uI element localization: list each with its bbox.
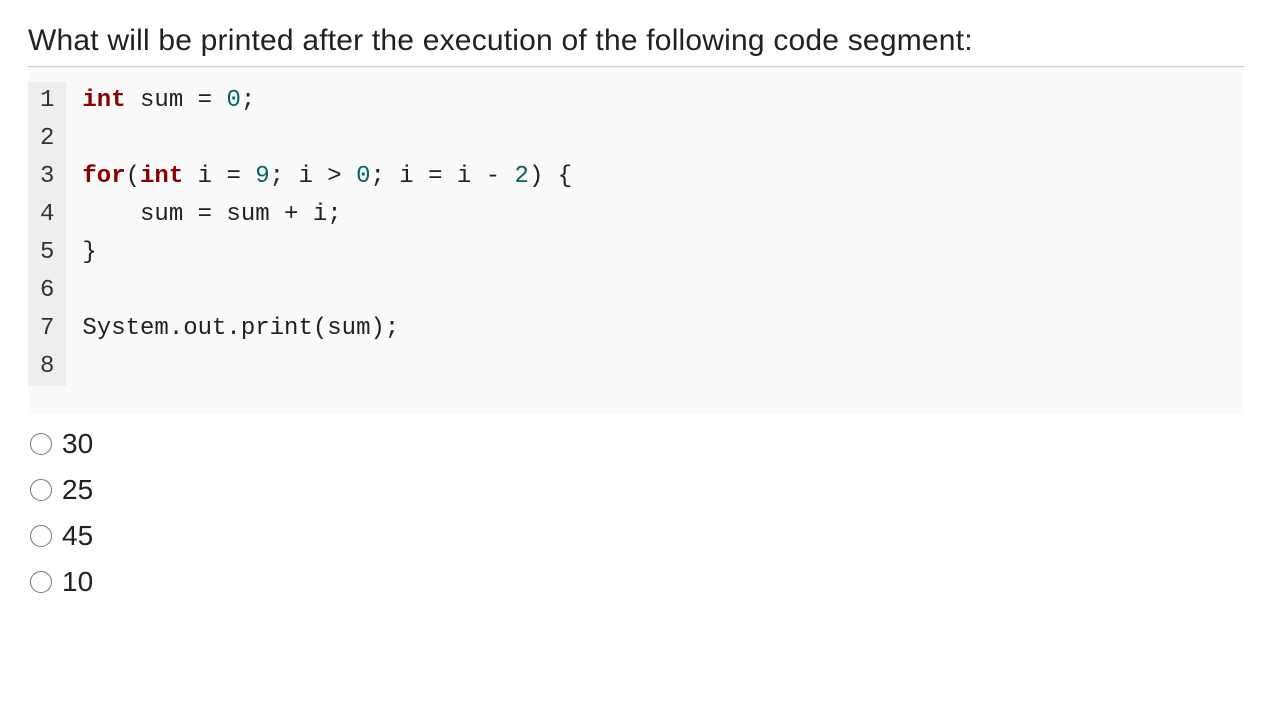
radio-option-45[interactable] <box>30 525 52 547</box>
number-literal: 0 <box>356 163 370 190</box>
option-label: 30 <box>62 428 93 460</box>
radio-option-30[interactable] <box>30 433 52 455</box>
option-row[interactable]: 25 <box>30 474 1244 506</box>
option-row[interactable]: 30 <box>30 428 1244 460</box>
code-line-5: } <box>82 234 1228 272</box>
option-row[interactable]: 45 <box>30 520 1244 552</box>
radio-option-10[interactable] <box>30 571 52 593</box>
question-container: What will be printed after the execution… <box>28 24 1244 598</box>
number-literal: 2 <box>515 163 529 190</box>
code-text: System.out. <box>82 315 240 342</box>
number-literal: 0 <box>226 87 240 114</box>
number-literal: 9 <box>255 163 269 190</box>
code-text: sum = <box>126 87 227 114</box>
option-label: 45 <box>62 520 93 552</box>
function-name: print <box>241 315 313 342</box>
line-number: 2 <box>40 120 54 158</box>
line-number: 7 <box>40 310 54 348</box>
code-line-8 <box>82 348 1228 386</box>
line-number: 1 <box>40 82 54 120</box>
code-text: ) { <box>529 163 572 190</box>
code-text: (sum); <box>313 315 399 342</box>
option-row[interactable]: 10 <box>30 566 1244 598</box>
code-line-2 <box>82 120 1228 158</box>
code-line-1: int sum = 0; <box>82 82 1228 120</box>
code-line-3: for(int i = 9; i > 0; i = i - 2) { <box>82 158 1228 196</box>
answer-options: 30 25 45 10 <box>28 428 1244 598</box>
code-line-7: System.out.print(sum); <box>82 310 1228 348</box>
option-label: 25 <box>62 474 93 506</box>
code-block: 1 2 3 4 5 6 7 8 int sum = 0; for(int i =… <box>28 67 1244 414</box>
line-number: 4 <box>40 196 54 234</box>
code-line-4: sum = sum + i; <box>82 196 1228 234</box>
keyword: int <box>140 163 183 190</box>
code-content: int sum = 0; for(int i = 9; i > 0; i = i… <box>66 82 1244 386</box>
question-text: What will be printed after the execution… <box>28 24 1244 58</box>
code-line-6 <box>82 272 1228 310</box>
line-number: 8 <box>40 348 54 386</box>
keyword: int <box>82 87 125 114</box>
line-number: 5 <box>40 234 54 272</box>
radio-option-25[interactable] <box>30 479 52 501</box>
code-text: ; i > <box>270 163 356 190</box>
line-number-gutter: 1 2 3 4 5 6 7 8 <box>28 82 66 386</box>
code-text: i = <box>183 163 255 190</box>
line-number: 6 <box>40 272 54 310</box>
line-number: 3 <box>40 158 54 196</box>
code-text: ; <box>241 87 255 114</box>
code-text: ; i = i - <box>371 163 515 190</box>
code-text: ( <box>126 163 140 190</box>
keyword: for <box>82 163 125 190</box>
option-label: 10 <box>62 566 93 598</box>
